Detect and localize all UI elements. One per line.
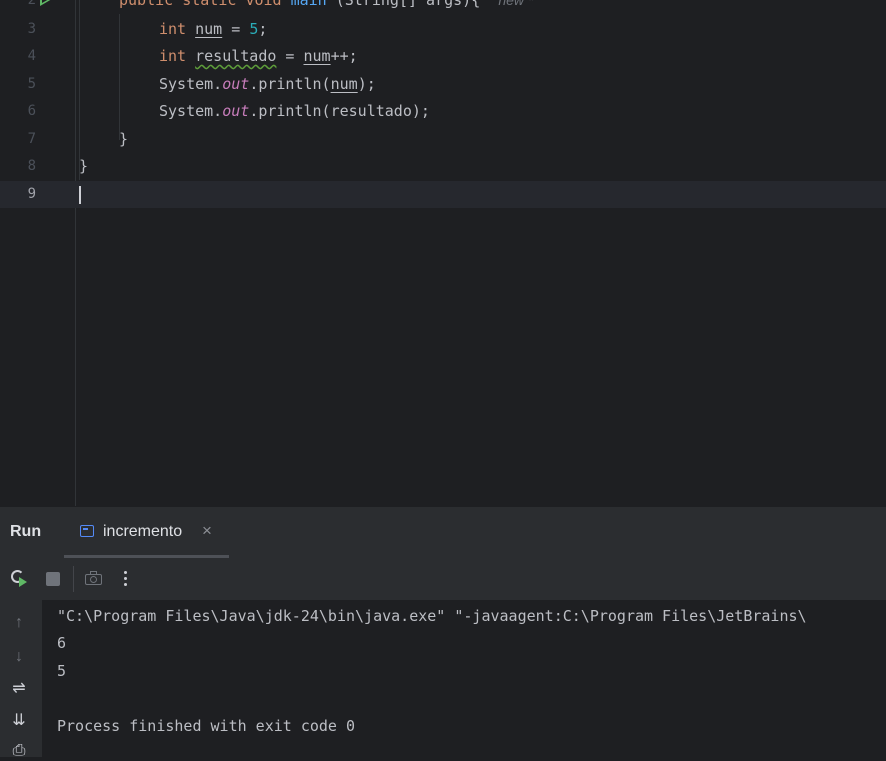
screenshot-button[interactable]	[83, 568, 105, 590]
line-number: 8	[27, 158, 36, 174]
line-number: 2	[27, 0, 36, 8]
run-main-icon[interactable]	[40, 0, 52, 6]
more-options-button[interactable]	[115, 568, 137, 590]
code-text: int resultado = num++;	[159, 47, 358, 65]
more-vertical-icon-dot	[124, 583, 127, 586]
code-text: System.out.println(num);	[159, 75, 376, 93]
code-text: }	[79, 157, 89, 175]
run-tab-incremento[interactable]: incremento ×	[64, 507, 229, 558]
console-exit-line: Process finished with exit code 0	[57, 717, 356, 735]
line-number: 6	[27, 103, 36, 119]
author-inlay-hint: new *	[498, 0, 534, 8]
soft-wrap-icon[interactable]: ⇌	[9, 679, 29, 699]
close-tab-icon[interactable]: ×	[202, 522, 212, 539]
code-line[interactable]: 3 int num = 5;	[0, 16, 886, 43]
code-line[interactable]: 2 public static void main (String[] args…	[0, 0, 886, 14]
camera-lens	[90, 576, 97, 583]
more-vertical-icon	[124, 571, 127, 574]
console-command-line: "C:\Program Files\Java\jdk-24\bin\java.e…	[57, 607, 807, 625]
console-side-toolbar: ↑ ↓ ⇌ ⇊ ⎙	[0, 600, 42, 759]
line-number: 3	[27, 21, 36, 37]
console-icon	[80, 525, 94, 537]
code-editor[interactable]: 2 public static void main (String[] args…	[0, 0, 886, 506]
run-tab-label: incremento	[103, 523, 183, 540]
unused-variable-warning: resultado	[195, 47, 277, 65]
console-output[interactable]: "C:\Program Files\Java\jdk-24\bin\java.e…	[42, 600, 886, 757]
run-toolbar	[0, 558, 886, 600]
toolbar-separator	[73, 566, 74, 592]
code-text: }	[119, 130, 129, 148]
rerun-button[interactable]	[9, 568, 31, 590]
code-line[interactable]: 8 }	[0, 153, 886, 180]
current-code-line[interactable]: 9	[0, 181, 886, 208]
stop-icon	[46, 572, 60, 586]
scroll-down-icon[interactable]: ↓	[9, 647, 29, 667]
stop-button[interactable]	[42, 568, 64, 590]
line-number: 9	[27, 186, 36, 202]
run-panel-title: Run	[10, 523, 42, 540]
run-tool-window-header: Run incremento ×	[0, 506, 886, 559]
code-text: int num = 5;	[159, 20, 268, 38]
text-caret	[79, 186, 81, 204]
console-output-line: 5	[57, 662, 67, 680]
play-icon	[19, 577, 27, 587]
code-line[interactable]: 6 System.out.println(resultado);	[0, 98, 886, 125]
scroll-up-icon[interactable]: ↑	[9, 613, 29, 633]
print-icon[interactable]: ⎙	[9, 741, 29, 761]
code-line[interactable]: 4 int resultado = num++;	[0, 43, 886, 70]
code-line[interactable]: 5 System.out.println(num);	[0, 71, 886, 98]
code-text: System.out.println(resultado);	[159, 102, 430, 120]
scroll-to-end-icon[interactable]: ⇊	[9, 711, 29, 731]
code-line[interactable]: 7 }	[0, 126, 886, 153]
console-output-line: 6	[57, 634, 67, 652]
code-text: public static void main (String[] args){…	[119, 0, 533, 14]
line-number: 4	[27, 48, 36, 64]
line-number: 5	[27, 76, 36, 92]
more-vertical-icon-dot	[124, 577, 127, 580]
line-number: 7	[27, 131, 36, 147]
